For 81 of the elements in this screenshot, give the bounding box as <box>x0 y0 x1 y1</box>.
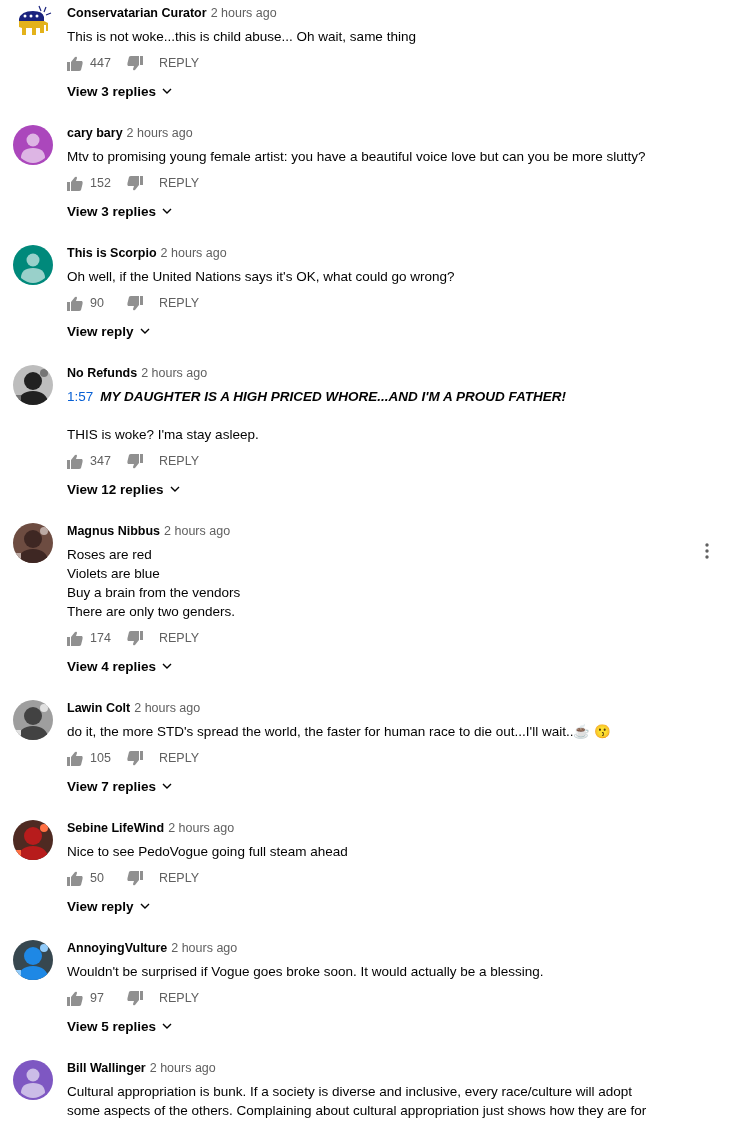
comment-time[interactable]: 2 hours ago <box>126 126 193 140</box>
reply-button[interactable]: REPLY <box>159 991 200 1005</box>
comment-time[interactable]: 2 hours ago <box>164 524 231 538</box>
timestamp-link[interactable]: 1:57 <box>67 389 94 404</box>
like-count: 152 <box>90 176 112 190</box>
avatar-icon <box>13 125 53 165</box>
reply-button[interactable]: REPLY <box>159 871 200 885</box>
reply-button[interactable]: REPLY <box>159 296 200 310</box>
thumbs-up-icon[interactable] <box>67 870 83 886</box>
comment-time[interactable]: 2 hours ago <box>168 821 235 835</box>
author-name[interactable]: This is Scorpio <box>67 246 157 260</box>
thumbs-up-icon[interactable] <box>67 750 83 766</box>
comment-time[interactable]: 2 hours ago <box>141 366 208 380</box>
comment-text: Roses are red Violets are blue Buy a brain from the vendors There are only two genders. <box>67 546 242 621</box>
view-replies-button[interactable]: View 3 replies <box>67 201 173 221</box>
view-replies-button[interactable]: View 7 replies <box>67 776 173 796</box>
comment-text: do it, the more STD's spread the world, the faster for human race to die out...I'll wait..☕ 😗 <box>67 723 613 741</box>
thumbs-up-icon[interactable] <box>67 990 83 1006</box>
view-replies-button[interactable]: View 12 replies <box>67 479 180 499</box>
comment-time[interactable]: 2 hours ago <box>160 246 227 260</box>
author-name[interactable]: Bill Wallinger <box>67 1061 146 1075</box>
chevron-down-icon <box>162 663 173 669</box>
avatar-icon <box>13 245 53 285</box>
like-count: 105 <box>90 751 112 765</box>
view-replies-button[interactable]: View 5 replies <box>67 1016 173 1036</box>
reply-button[interactable]: REPLY <box>159 56 200 70</box>
author-name[interactable]: Sebine LifeWind <box>67 821 165 835</box>
comment-text: Cultural appropriation is bunk. If a society is diverse and inclusive, every race/culture will adopt some aspects of the others. Complaining about cultural appropriation just shows how they are for <box>67 1083 648 1120</box>
like-count: 97 <box>90 991 105 1005</box>
chevron-down-icon <box>169 486 180 492</box>
thumbs-up-icon[interactable] <box>67 55 83 71</box>
view-replies-button[interactable]: View 3 replies <box>67 81 173 101</box>
view-replies-button[interactable]: View reply <box>67 321 150 341</box>
like-count: 90 <box>90 296 105 310</box>
comment-text: MY DAUGHTER IS A HIGH PRICED WHORE...AND I'M A PROUD FATHER! <box>100 389 566 404</box>
thumbs-down-icon[interactable] <box>127 295 143 311</box>
thumbs-down-icon[interactable] <box>127 55 143 71</box>
thumbs-down-icon[interactable] <box>127 175 143 191</box>
view-replies-button[interactable]: View 4 replies <box>67 656 173 676</box>
reply-button[interactable]: REPLY <box>159 176 200 190</box>
author-name[interactable]: Lawin Colt <box>67 701 131 715</box>
chevron-down-icon <box>139 903 150 909</box>
comment-time[interactable]: 2 hours ago <box>171 941 238 955</box>
comment-text: Mtv to promising young female artist: you have a beautiful voice love but can you be more slutty? <box>67 148 647 166</box>
avatar-icon <box>13 1060 53 1100</box>
author-name[interactable]: AnnoyingVulture <box>67 941 168 955</box>
reply-button[interactable]: REPLY <box>159 454 200 468</box>
reply-button[interactable]: REPLY <box>159 751 200 765</box>
thumbs-down-icon[interactable] <box>127 453 143 469</box>
like-count: 447 <box>90 56 112 70</box>
author-name[interactable]: No Refunds <box>67 366 138 380</box>
thumbs-up-icon[interactable] <box>67 175 83 191</box>
more-options-icon[interactable] <box>705 543 709 559</box>
comment-text: THIS is woke? I'ma stay asleep. <box>67 426 260 444</box>
thumbs-down-icon[interactable] <box>127 990 143 1006</box>
chevron-down-icon <box>162 1023 173 1029</box>
comment-text: Nice to see PedoVogue going full steam ahead <box>67 843 349 861</box>
like-count: 347 <box>90 454 112 468</box>
thumbs-up-icon[interactable] <box>67 630 83 646</box>
author-name[interactable]: Conservatarian Curator <box>67 6 207 20</box>
comment-time[interactable]: 2 hours ago <box>210 6 277 20</box>
comment-text: Oh well, if the United Nations says it's OK, what could go wrong? <box>67 268 456 286</box>
like-count: 174 <box>90 631 112 645</box>
comment-text: Wouldn't be surprised if Vogue goes broke soon. It would actually be a blessing. <box>67 963 545 981</box>
thumbs-down-icon[interactable] <box>127 630 143 646</box>
view-replies-button[interactable]: View reply <box>67 896 150 916</box>
thumbs-up-icon[interactable] <box>67 295 83 311</box>
comment-time[interactable]: 2 hours ago <box>149 1061 216 1075</box>
comment-time[interactable]: 2 hours ago <box>134 701 201 715</box>
chevron-down-icon <box>162 208 173 214</box>
chevron-down-icon <box>162 88 173 94</box>
thumbs-up-icon[interactable] <box>67 453 83 469</box>
author-name[interactable]: cary bary <box>67 126 123 140</box>
comment-text: This is not woke...this is child abuse... Oh wait, same thing <box>67 28 417 46</box>
thumbs-down-icon[interactable] <box>127 870 143 886</box>
chevron-down-icon <box>139 328 150 334</box>
author-name[interactable]: Magnus Nibbus <box>67 524 161 538</box>
like-count: 50 <box>90 871 105 885</box>
chevron-down-icon <box>162 783 173 789</box>
thumbs-down-icon[interactable] <box>127 750 143 766</box>
reply-button[interactable]: REPLY <box>159 631 200 645</box>
